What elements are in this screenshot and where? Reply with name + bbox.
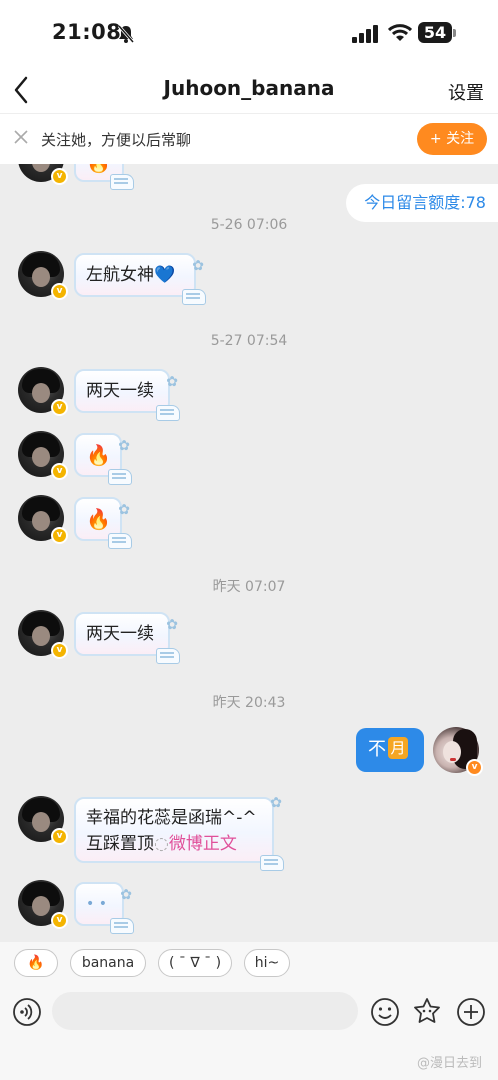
timestamp: 5-27 07:54 xyxy=(210,333,288,349)
input-bar: @漫日去到 xyxy=(0,984,498,1080)
moon-emoji: 月 xyxy=(388,737,408,759)
verified-badge: v xyxy=(51,399,68,416)
verified-badge: v xyxy=(466,759,483,776)
message-text: 🔥 xyxy=(86,164,111,184)
quick-reply-chip[interactable]: banana xyxy=(70,949,146,977)
follow-prompt: 关注她，方便以后常聊 + 关注 xyxy=(0,114,498,164)
avatar[interactable]: v xyxy=(18,164,68,185)
message-text: 两天一续 xyxy=(86,624,154,644)
weibo-link[interactable]: 微博正文 xyxy=(169,834,237,854)
avatar[interactable]: v xyxy=(18,431,68,480)
sticker-icon[interactable] xyxy=(412,997,442,1027)
message-bubble[interactable]: 两天一续 ✿ xyxy=(74,612,180,664)
timestamp: 5-26 07:06 xyxy=(210,217,288,233)
avatar[interactable]: v xyxy=(18,367,68,416)
close-icon[interactable] xyxy=(12,128,30,146)
avatar[interactable]: v xyxy=(18,610,68,659)
message-text: • • xyxy=(86,896,107,912)
message-bubble[interactable]: 左航女神💙 ✿ xyxy=(74,253,206,305)
verified-badge: v xyxy=(51,283,68,300)
avatar[interactable]: v xyxy=(18,251,68,300)
quick-reply-chip[interactable]: 🔥 xyxy=(14,949,58,977)
bell-slash-icon xyxy=(117,25,135,43)
verified-badge: v xyxy=(51,168,68,185)
chat-area[interactable]: v 🔥 今日留言额度:78 5-26 07:06 v 左航女神💙 ✿ 5-27 … xyxy=(0,164,498,942)
verified-badge: v xyxy=(51,463,68,480)
wifi-icon xyxy=(388,24,412,41)
page-title: Juhoon_banana xyxy=(163,76,335,100)
settings-button[interactable]: 设置 xyxy=(448,79,484,105)
battery-tip xyxy=(453,29,456,37)
message-text: 🔥 xyxy=(86,443,111,467)
status-bar: 21:08 54 xyxy=(0,0,498,66)
message-text: 两天一续 xyxy=(86,381,154,401)
follow-prompt-text: 关注她，方便以后常聊 xyxy=(41,131,192,149)
timestamp: 昨天 07:07 xyxy=(212,579,286,595)
message-text: 左航女神💙 xyxy=(86,265,176,285)
quick-reply-chip[interactable]: hi~ xyxy=(244,949,290,977)
battery-icon: 54 xyxy=(418,22,452,43)
message-text: 互踩置顶 xyxy=(86,834,154,854)
emoji-icon[interactable] xyxy=(370,997,400,1027)
my-message-bubble[interactable]: 不月 xyxy=(356,728,424,772)
status-time: 21:08 xyxy=(52,20,122,44)
my-avatar[interactable]: v xyxy=(433,727,483,776)
follow-button[interactable]: + 关注 xyxy=(417,123,487,155)
message-text: 不 xyxy=(368,739,386,760)
verified-badge: v xyxy=(51,642,68,659)
verified-badge: v xyxy=(51,828,68,845)
message-bubble[interactable]: • • ✿ xyxy=(74,882,134,934)
avatar[interactable]: v xyxy=(18,796,68,845)
watermark: @漫日去到 xyxy=(416,1056,482,1071)
quick-replies: 🔥 banana ( ˉ ∇ ˉ ) hi~ xyxy=(0,942,498,984)
nav-bar: Juhoon_banana 设置 xyxy=(0,66,498,114)
message-text: 幸福的花蕊是函瑞^-^ xyxy=(86,808,257,828)
weibo-icon: ◌ xyxy=(154,834,169,854)
message-bubble[interactable]: 两天一续 ✿ xyxy=(74,369,180,421)
message-bubble[interactable]: 🔥 xyxy=(74,164,134,190)
message-bubble[interactable]: 🔥 ✿ xyxy=(74,497,132,549)
quick-reply-chip[interactable]: ( ˉ ∇ ˉ ) xyxy=(158,949,232,977)
message-bubble[interactable]: 幸福的花蕊是函瑞^-^ 互踩置顶◌微博正文 ✿ xyxy=(74,795,284,871)
message-bubble[interactable]: 🔥 ✿ xyxy=(74,433,132,485)
verified-badge: v xyxy=(51,912,68,929)
avatar[interactable]: v xyxy=(18,880,68,929)
avatar[interactable]: v xyxy=(18,495,68,544)
message-text: 🔥 xyxy=(86,507,111,531)
verified-badge: v xyxy=(51,527,68,544)
message-input[interactable] xyxy=(52,992,358,1030)
message-text-line2: 互踩置顶◌微博正文 xyxy=(86,831,262,857)
timestamp: 昨天 20:43 xyxy=(212,695,286,711)
voice-icon[interactable] xyxy=(12,997,42,1027)
plus-icon[interactable] xyxy=(456,997,486,1027)
signal-icon xyxy=(352,25,378,43)
